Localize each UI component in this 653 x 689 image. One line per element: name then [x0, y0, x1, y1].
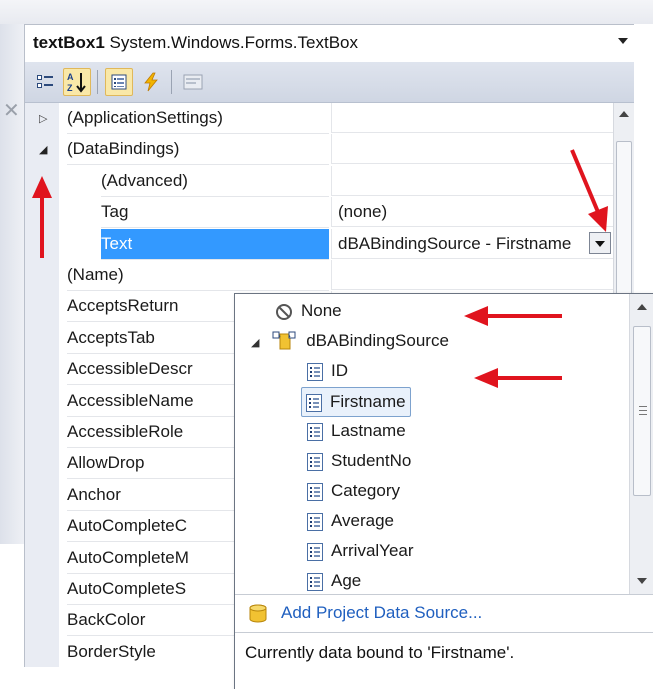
property-row[interactable]: (Advanced) [25, 165, 613, 197]
field-icon [307, 542, 323, 561]
field-icon [307, 362, 323, 381]
field-label: Lastname [331, 421, 406, 440]
property-row[interactable]: (Name) [25, 260, 613, 291]
property-value[interactable] [331, 134, 613, 165]
binding-none-item[interactable]: None [275, 297, 342, 325]
object-name: textBox1 [33, 33, 105, 52]
binding-source-icon [272, 331, 296, 350]
svg-text:Z: Z [67, 83, 73, 93]
value-dropdown-button[interactable] [589, 231, 611, 254]
binding-source-label: dBABindingSource [306, 331, 449, 350]
property-value[interactable] [331, 260, 613, 290]
object-type: System.Windows.Forms.TextBox [109, 33, 358, 52]
grip-line [639, 414, 647, 415]
field-icon [307, 452, 323, 471]
object-selector-label: textBox1 System.Windows.Forms.TextBox [33, 33, 358, 53]
field-item[interactable]: ArrivalYear [307, 537, 414, 565]
field-item[interactable]: Category [307, 477, 400, 505]
property-name: Text [101, 228, 329, 260]
alphabetical-icon: A Z [67, 72, 86, 93]
property-name: (Name) [67, 260, 329, 291]
property-value[interactable]: dBABindingSource - Firstname [331, 228, 613, 259]
field-icon [306, 393, 322, 412]
object-selector[interactable]: textBox1 System.Windows.Forms.TextBox [25, 25, 634, 62]
toolbar-separator [97, 70, 98, 94]
categorized-icon [37, 75, 53, 88]
binding-status-box: Currently data bound to 'Firstname'. [235, 632, 653, 689]
scrollbar-thumb[interactable] [633, 326, 651, 496]
field-item[interactable]: Lastname [307, 417, 406, 445]
field-label: Age [331, 571, 362, 590]
grip-line [639, 410, 647, 411]
property-row[interactable]: ◢ (DataBindings) [25, 134, 613, 166]
add-data-source-row: Add Project Data Source... [235, 594, 653, 633]
properties-button[interactable] [105, 68, 133, 96]
close-icon[interactable]: ✕ [3, 98, 20, 123]
property-row[interactable]: Tag (none) [25, 197, 613, 229]
property-row[interactable]: Text dBABindingSource - Firstname [25, 228, 613, 260]
binding-source-item[interactable]: ◢ dBABindingSource [251, 327, 449, 355]
property-row[interactable]: ▷ (ApplicationSettings) [25, 103, 613, 134]
binding-dropdown-popup: None ◢ dBABindingSource ID Firstname Lastn… [234, 293, 653, 689]
field-item[interactable]: ID [307, 357, 348, 385]
field-icon [307, 512, 323, 531]
properties-toolbar: A Z [25, 62, 634, 103]
field-label: StudentNo [331, 451, 412, 470]
designer-side-strip: ✕ [0, 24, 25, 544]
svg-text:A: A [67, 72, 74, 82]
collapse-icon[interactable]: ◢ [39, 143, 47, 156]
field-label: Category [331, 481, 400, 500]
binding-none-label: None [301, 301, 342, 320]
properties-window: textBox1 System.Windows.Forms.TextBox A … [24, 24, 653, 689]
property-name: Tag [101, 197, 329, 229]
field-label: Firstname [330, 392, 406, 411]
field-item[interactable]: Age [307, 567, 361, 594]
categorized-button[interactable] [31, 68, 59, 96]
scroll-up-icon[interactable] [619, 111, 629, 117]
binding-tree: None ◢ dBABindingSource ID Firstname Lastn… [235, 294, 629, 594]
tree-expanded-icon[interactable]: ◢ [251, 337, 259, 349]
field-label: ID [331, 361, 348, 380]
property-value-text: (none) [338, 202, 388, 222]
expand-icon[interactable]: ▷ [39, 112, 47, 125]
property-pages-icon [183, 74, 203, 90]
properties-icon [111, 74, 127, 90]
property-name: (Advanced) [101, 166, 329, 197]
field-icon [307, 572, 323, 591]
property-value-text: dBABindingSource - Firstname [338, 233, 572, 253]
toolbar-separator [171, 70, 172, 94]
field-item[interactable]: StudentNo [307, 447, 411, 475]
property-value[interactable] [331, 165, 613, 196]
alphabetical-button[interactable]: A Z [63, 68, 91, 96]
field-icon [307, 422, 323, 441]
chevron-down-icon[interactable] [618, 38, 628, 44]
field-item[interactable]: Firstname [301, 387, 411, 417]
property-value[interactable] [331, 103, 613, 133]
binding-status-text: Currently data bound to 'Firstname'. [245, 643, 515, 662]
grip-line [639, 406, 647, 407]
field-item[interactable]: Average [307, 507, 394, 535]
property-pages-button[interactable] [179, 68, 207, 96]
property-value[interactable]: (none) [331, 197, 613, 228]
property-name: (ApplicationSettings) [67, 103, 329, 134]
field-icon [307, 482, 323, 501]
scroll-down-icon[interactable] [637, 578, 647, 584]
popup-scrollbar[interactable] [629, 294, 653, 594]
events-button[interactable] [137, 68, 165, 96]
window-top-strip [0, 0, 653, 24]
add-project-data-source-link[interactable]: Add Project Data Source... [281, 603, 482, 623]
scroll-up-icon[interactable] [637, 304, 647, 310]
events-icon [144, 72, 158, 92]
add-data-source-icon [249, 604, 267, 623]
field-label: ArrivalYear [331, 541, 414, 560]
property-name: (DataBindings) [67, 134, 329, 166]
field-label: Average [331, 511, 395, 530]
none-icon [276, 303, 292, 320]
